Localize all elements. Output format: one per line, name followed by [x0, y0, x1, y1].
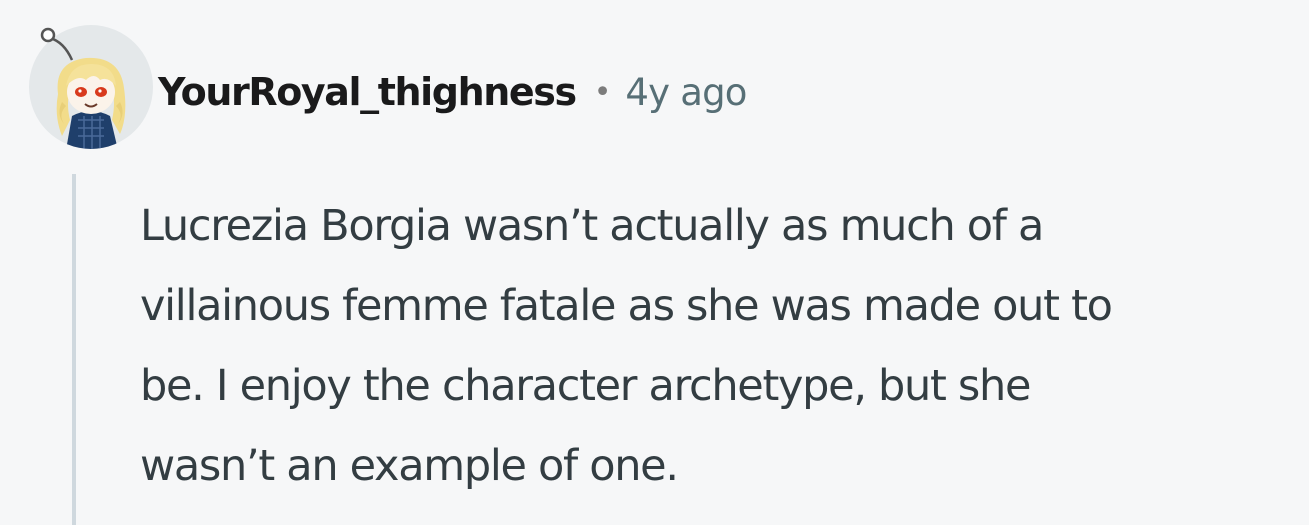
thread-collapse-line[interactable] — [72, 174, 76, 525]
comment: YourRoyal_thighness • 4y ago Lucrezia Bo… — [0, 0, 1309, 525]
comment-body-line: Lucrezia Borgia wasn’t actually as much … — [140, 201, 1044, 251]
comment-body-line: villainous femme fatale as she was made … — [140, 281, 1113, 331]
user-avatar-icon[interactable] — [28, 24, 154, 150]
username-link[interactable]: YourRoyal_thighness — [158, 70, 577, 114]
comment-header: YourRoyal_thighness • 4y ago — [158, 62, 747, 122]
comment-body-line: be. I enjoy the character archetype, but… — [140, 361, 1031, 411]
timestamp-link[interactable]: 4y ago — [625, 71, 747, 114]
comment-body-line: wasn’t an example of one. — [140, 441, 679, 491]
comment-body: Lucrezia Borgia wasn’t actually as much … — [140, 186, 1306, 506]
separator-dot: • — [593, 74, 612, 110]
